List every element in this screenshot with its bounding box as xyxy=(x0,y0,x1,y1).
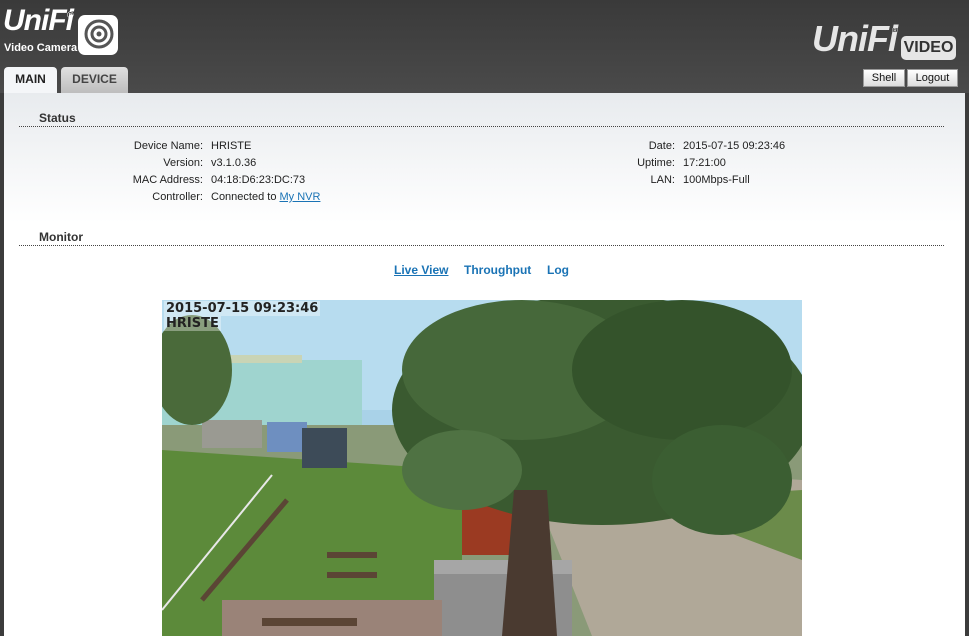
camera-lens-icon xyxy=(78,15,118,55)
controller-prefix: Connected to xyxy=(211,191,277,203)
tab-device[interactable]: DEVICE xyxy=(61,67,128,93)
throughput-link[interactable]: Throughput xyxy=(464,263,531,277)
logo-brand-text: UniFi xyxy=(3,4,74,37)
monitor-section-header: Monitor xyxy=(19,229,944,246)
live-video-feed: 2015-07-15 09:23:46 HRISTE xyxy=(162,300,802,636)
lan-value: 100Mbps-Full xyxy=(683,174,750,186)
osd-camera-name: HRISTE xyxy=(164,316,221,331)
unifi-video-camera-logo: UniFi ® Video Camera xyxy=(3,4,118,56)
date-label: Date: xyxy=(648,140,675,152)
uptime-value: 17:21:00 xyxy=(683,157,726,169)
my-nvr-link[interactable]: My NVR xyxy=(280,191,321,203)
version-value: v3.1.0.36 xyxy=(211,157,257,169)
device-name-value: HRISTE xyxy=(211,140,252,152)
controller-label: Controller: xyxy=(152,191,203,203)
mac-label: MAC Address: xyxy=(132,174,203,186)
mac-value: 04:18:D6:23:DC:73 xyxy=(211,174,306,186)
logo-right-brand: UniFi xyxy=(812,18,898,59)
logout-button[interactable]: Logout xyxy=(907,69,958,87)
osd-timestamp: 2015-07-15 09:23:46 xyxy=(164,301,321,316)
video-badge: VIDEO xyxy=(901,36,956,60)
lan-label: LAN: xyxy=(650,174,675,186)
camera-scene-image xyxy=(162,300,802,636)
main-content: Status Device Name: HRISTE Version: v3.1… xyxy=(4,93,965,636)
monitor-title: Monitor xyxy=(39,230,83,244)
registered-mark: ® xyxy=(67,10,74,20)
controller-value: Connected to My NVR xyxy=(211,191,320,203)
logo-sub-text: Video Camera xyxy=(4,42,78,54)
status-section-header: Status xyxy=(19,110,944,127)
tab-main[interactable]: MAIN xyxy=(4,67,57,93)
uptime-label: Uptime: xyxy=(637,157,675,169)
unifi-video-logo: UniFi ® VIDEO xyxy=(812,14,962,64)
date-value: 2015-07-15 09:23:46 xyxy=(683,140,786,152)
log-link[interactable]: Log xyxy=(547,263,569,277)
top-header: UniFi ® Video Camera UniFi ® VIDEO Shell… xyxy=(0,0,969,93)
shell-button[interactable]: Shell xyxy=(863,69,905,87)
status-title: Status xyxy=(39,111,76,125)
registered-mark-right: ® xyxy=(892,26,898,35)
version-label: Version: xyxy=(163,157,203,169)
live-view-link[interactable]: Live View xyxy=(394,263,448,277)
device-name-label: Device Name: xyxy=(133,140,203,152)
